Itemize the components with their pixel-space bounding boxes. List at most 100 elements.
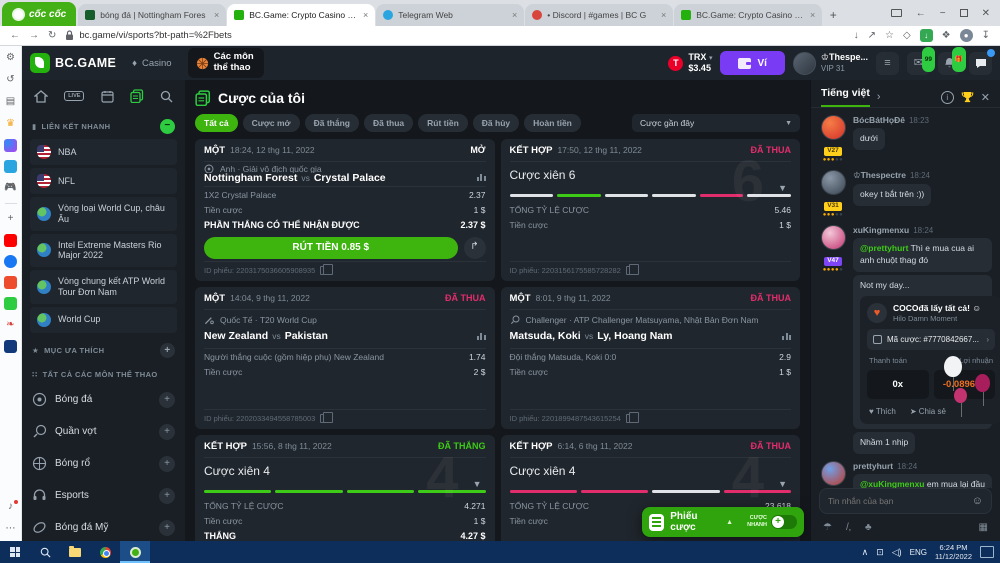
avatar[interactable] — [821, 225, 846, 250]
chrome-button[interactable] — [90, 541, 120, 563]
chat-username[interactable]: ♔Thespectre — [853, 170, 906, 180]
live-tab[interactable]: LIVE — [64, 91, 84, 101]
forward-icon[interactable]: → — [29, 30, 39, 41]
sidebar-item-american-football[interactable]: Bóng đá Mỹ + — [30, 512, 177, 541]
close-chat-icon[interactable]: ✕ — [981, 91, 990, 104]
avatar[interactable] — [821, 170, 846, 195]
coccoc-brand-button[interactable]: cốc cốc — [2, 2, 76, 26]
start-button[interactable] — [0, 541, 30, 563]
rain-icon[interactable]: ☂ — [823, 522, 832, 533]
reading-list-icon[interactable]: ▤ — [4, 95, 18, 109]
copy-icon[interactable] — [320, 266, 328, 275]
browser-tab-2-active[interactable]: BC.Game: Crypto Casino Gam × — [227, 4, 375, 26]
save-page-icon[interactable]: ↓ — [854, 30, 859, 41]
sidebar-item-tennis[interactable]: Quần vợt + — [30, 416, 177, 448]
avatar[interactable] — [821, 115, 846, 140]
my-bets-icon-active[interactable] — [130, 89, 144, 103]
games-icon[interactable]: 🎮 — [4, 181, 18, 195]
language-indicator[interactable]: ENG — [910, 548, 927, 557]
sidebar-toggle-icon[interactable]: ← — [916, 8, 926, 19]
expand-plus-icon[interactable]: + — [159, 488, 175, 504]
extension-icon[interactable]: ❖ — [942, 30, 951, 41]
telegram-app-icon[interactable] — [4, 160, 17, 173]
filter-cashout[interactable]: Rút tiền — [418, 114, 468, 132]
minimize-button[interactable]: − — [940, 8, 946, 19]
collapse-quick-links-button[interactable]: − — [160, 119, 175, 134]
messenger-icon[interactable] — [4, 139, 17, 152]
tab-close-icon[interactable]: × — [363, 10, 368, 20]
clover-icon[interactable]: ♣ — [865, 522, 872, 533]
clock[interactable]: 6:24 PM11/12/2022 — [935, 543, 972, 561]
bet-list-button[interactable]: ≡ — [876, 52, 899, 75]
chat-username[interactable]: xuKingmenxu — [853, 225, 909, 235]
downloads-tray-icon[interactable]: ↧ — [982, 30, 990, 41]
copy-icon[interactable] — [626, 266, 634, 275]
quick-bet-toggle[interactable]: CƯỢC NHANH — [739, 515, 797, 529]
mention-link[interactable]: @prettyhurt — [860, 243, 908, 253]
coccoc-button-active[interactable] — [120, 541, 150, 563]
share-bet-button[interactable]: ↱ — [464, 237, 486, 259]
calendar-icon[interactable] — [101, 90, 114, 103]
match-row[interactable]: Matsuda, KokivsLy, Hoang Nam — [510, 327, 792, 349]
shared-bet-card[interactable]: ♥ COCOđã lấy tất cả! ☺Hilo Damn Moment M… — [860, 296, 1000, 425]
browser-tab-5[interactable]: BC.Game: Crypto Casino Gam × — [674, 4, 822, 26]
tab-close-icon[interactable]: × — [810, 10, 815, 20]
emoji-icon[interactable]: ☺ — [972, 495, 983, 507]
download-extension-icon[interactable]: ↓ — [920, 29, 933, 42]
expand-plus-icon[interactable]: + — [159, 456, 175, 472]
home-icon[interactable] — [34, 90, 48, 103]
match-row[interactable]: New ZealandvsPakistan — [204, 327, 486, 349]
tab-close-icon[interactable]: × — [512, 10, 517, 20]
add-shortcut-icon[interactable]: + — [4, 212, 18, 226]
quick-link-nfl[interactable]: NFL — [30, 168, 177, 194]
copy-icon[interactable] — [320, 414, 328, 423]
chat-username[interactable]: prettyhurt — [853, 461, 893, 471]
browser-tab-1[interactable]: bóng đá | Nottingham Fores × — [78, 4, 226, 26]
quick-link-wc-qualifiers[interactable]: Vòng loại World Cup, châu Âu — [30, 197, 177, 231]
network-icon[interactable]: ⊡ — [876, 547, 884, 558]
filter-lost[interactable]: Đã thua — [364, 114, 413, 132]
stats-icon[interactable] — [477, 333, 486, 340]
filter-refund[interactable]: Hoàn tiền — [524, 114, 581, 132]
close-button[interactable]: ✕ — [982, 8, 990, 19]
sidebar-item-football[interactable]: Bóng đá + — [30, 384, 177, 416]
settings-gear-icon[interactable]: ⚙ — [4, 51, 18, 65]
match-row[interactable]: Nottingham ForestvsCrystal Palace — [204, 173, 486, 187]
nav-sports-active[interactable]: Các môn thể thao — [188, 48, 264, 78]
green-app-icon[interactable] — [4, 297, 17, 310]
nav-casino[interactable]: ♦ Casino — [124, 54, 179, 73]
filter-open[interactable]: Cược mở — [243, 114, 300, 132]
expand-plus-icon[interactable]: + — [159, 520, 175, 536]
youtube-icon[interactable] — [4, 234, 17, 247]
sidebar-item-esports[interactable]: Esports + — [30, 480, 177, 512]
history-icon[interactable]: ↺ — [4, 73, 18, 87]
quick-link-nba[interactable]: NBA — [30, 139, 177, 165]
quick-link-iem-rio[interactable]: Intel Extreme Masters Rio Major 2022 — [30, 234, 177, 268]
file-explorer-button[interactable] — [60, 541, 90, 563]
action-center-icon[interactable] — [980, 546, 994, 558]
stats-icon[interactable] — [782, 333, 791, 340]
toggle-switch[interactable] — [771, 515, 797, 529]
expand-caret-icon[interactable]: ▼ — [473, 479, 482, 489]
inbox-button[interactable]: ✉99 — [907, 52, 930, 75]
currency-selector[interactable]: T TRX ▾$3.45 — [668, 52, 712, 74]
shopee-icon[interactable] — [4, 276, 17, 289]
cashout-button[interactable]: RÚT TIỀN 0.85 $ — [204, 237, 458, 259]
betslip-button[interactable]: Phiếu cược ▲ CƯỢC NHANH — [642, 507, 804, 537]
chat-username[interactable]: BócBátHọĐê — [853, 115, 905, 125]
tab-close-icon[interactable]: × — [214, 10, 219, 20]
expand-plus-icon[interactable]: + — [159, 424, 175, 440]
filter-all[interactable]: Tất cả — [195, 114, 238, 132]
like-button[interactable]: ♥ Thích — [869, 406, 896, 417]
commands-icon[interactable]: /‚ — [846, 522, 851, 533]
wallet-button[interactable]: Ví — [720, 51, 784, 75]
sidebar-item-basketball[interactable]: Bóng rổ + — [30, 448, 177, 480]
leaf-app-icon[interactable]: ❧ — [4, 318, 18, 332]
expand-caret-icon[interactable]: ▼ — [778, 183, 787, 193]
reload-icon[interactable]: ↻ — [48, 30, 56, 41]
add-favorite-button[interactable]: + — [160, 343, 175, 358]
quick-link-atp-finals[interactable]: Vòng chung kết ATP World Tour Đơn Nam — [30, 270, 177, 304]
taskbar-search-button[interactable] — [30, 541, 60, 563]
notifications-button[interactable]: 🎁 — [938, 52, 961, 75]
tray-chevron-icon[interactable]: ∧ — [862, 547, 869, 558]
